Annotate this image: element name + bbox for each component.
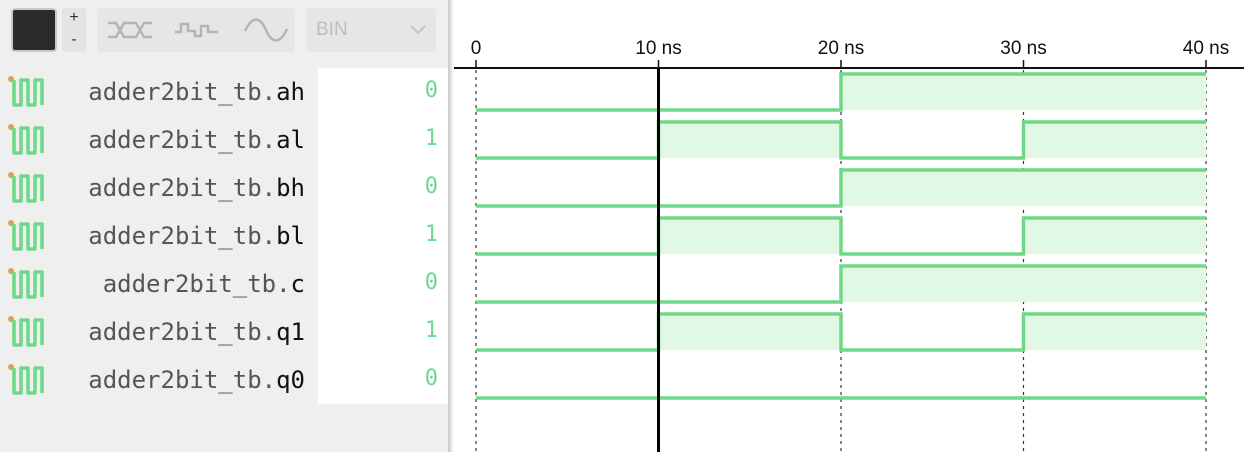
signal-scope: adder2bit_tb. bbox=[102, 270, 291, 298]
digital-signal-icon bbox=[8, 268, 44, 299]
signal-value-cell: 0 bbox=[318, 164, 448, 212]
signal-value: 1 bbox=[424, 318, 438, 343]
waveform-view[interactable]: 0 10 ns 20 ns 30 ns 40 ns bbox=[454, 0, 1244, 452]
time-tick-label: 20 ns bbox=[818, 38, 864, 59]
signal-high-region bbox=[841, 74, 1206, 110]
signal-row[interactable]: adder2bit_tb.q0 0 bbox=[0, 356, 448, 404]
analog-format-icon[interactable] bbox=[242, 16, 290, 44]
digital-signal-icon bbox=[8, 220, 44, 251]
signal-scope: adder2bit_tb. bbox=[88, 78, 277, 106]
signal-name: adder2bit_tb.q1 bbox=[88, 318, 305, 346]
radix-select[interactable]: BIN bbox=[306, 8, 436, 52]
signal-leaf-name: q0 bbox=[276, 366, 305, 394]
digital-signal-icon bbox=[8, 76, 44, 107]
signal-value: 0 bbox=[424, 366, 438, 391]
signal-value-cell: 1 bbox=[318, 116, 448, 164]
signal-scope: adder2bit_tb. bbox=[88, 126, 277, 154]
signal-scope: adder2bit_tb. bbox=[88, 366, 277, 394]
signal-value-cell: 0 bbox=[318, 68, 448, 116]
signal-leaf-name: bl bbox=[276, 222, 305, 250]
signal-value-cell: 0 bbox=[318, 260, 448, 308]
chevron-down-icon bbox=[410, 25, 426, 35]
signal-leaf-name: ah bbox=[276, 78, 305, 106]
zoom-out-button[interactable]: - bbox=[66, 30, 82, 50]
signal-scope: adder2bit_tb. bbox=[88, 174, 277, 202]
signal-high-region bbox=[658, 218, 841, 254]
signal-high-region bbox=[841, 170, 1206, 206]
signal-list-pane: + - BIN adder2bit_tb.ah 0 adder2bit_tb.al 1… bbox=[0, 0, 448, 452]
signal-value-cell: 1 bbox=[318, 308, 448, 356]
signal-scope: adder2bit_tb. bbox=[88, 222, 277, 250]
time-tick-label: 40 ns bbox=[1183, 38, 1229, 59]
signal-row[interactable]: adder2bit_tb.ah 0 bbox=[0, 68, 448, 116]
signal-high-region bbox=[1023, 122, 1206, 158]
signal-leaf-name: al bbox=[276, 126, 305, 154]
signal-value: 0 bbox=[424, 174, 438, 199]
signal-value-cell: 1 bbox=[318, 212, 448, 260]
signal-leaf-name: q1 bbox=[276, 318, 305, 346]
signal-value: 0 bbox=[424, 78, 438, 103]
digital-signal-icon bbox=[8, 316, 44, 347]
signal-name: adder2bit_tb.c bbox=[103, 270, 305, 298]
signal-high-region bbox=[1023, 314, 1206, 350]
time-tick-label: 0 bbox=[471, 38, 482, 59]
time-tick-label: 30 ns bbox=[1000, 38, 1046, 59]
time-tick-label: 10 ns bbox=[635, 38, 681, 59]
signal-value: 1 bbox=[424, 126, 438, 151]
signal-high-region bbox=[841, 266, 1206, 302]
signal-high-region bbox=[658, 314, 841, 350]
signal-scope: adder2bit_tb. bbox=[88, 318, 277, 346]
signal-row[interactable]: adder2bit_tb.al 1 bbox=[0, 116, 448, 164]
signal-name: adder2bit_tb.ah bbox=[88, 78, 305, 106]
signal-row[interactable]: adder2bit_tb.bh 0 bbox=[0, 164, 448, 212]
bus-format-icon[interactable] bbox=[105, 16, 155, 44]
zoom-in-button[interactable]: + bbox=[66, 8, 82, 28]
signal-name: adder2bit_tb.bh bbox=[88, 174, 305, 202]
signal-color-swatch[interactable] bbox=[11, 8, 57, 52]
zoom-controls: + - bbox=[62, 8, 86, 52]
signal-high-region bbox=[658, 122, 841, 158]
signal-leaf-name: c bbox=[290, 270, 305, 298]
signal-value-cell: 0 bbox=[318, 356, 448, 404]
signal-row[interactable]: adder2bit_tb.c 0 bbox=[0, 260, 448, 308]
signal-name: adder2bit_tb.al bbox=[88, 126, 305, 154]
signal-row[interactable]: adder2bit_tb.bl 1 bbox=[0, 212, 448, 260]
signal-name: adder2bit_tb.q0 bbox=[88, 366, 305, 394]
signal-row[interactable]: adder2bit_tb.q1 1 bbox=[0, 308, 448, 356]
display-format-group bbox=[97, 8, 295, 52]
step-format-icon[interactable] bbox=[173, 16, 221, 44]
signal-leaf-name: bh bbox=[276, 174, 305, 202]
digital-signal-icon bbox=[8, 172, 44, 203]
signal-value: 0 bbox=[424, 270, 438, 295]
radix-select-value: BIN bbox=[316, 19, 348, 40]
digital-signal-icon bbox=[8, 364, 44, 395]
signal-name: adder2bit_tb.bl bbox=[88, 222, 305, 250]
signal-value: 1 bbox=[424, 222, 438, 247]
digital-signal-icon bbox=[8, 124, 44, 155]
signal-high-region bbox=[1023, 218, 1206, 254]
